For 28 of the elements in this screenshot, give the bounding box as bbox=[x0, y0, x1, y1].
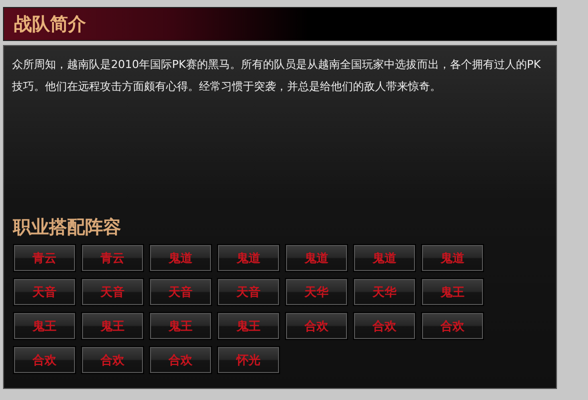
class-button[interactable]: 天音 bbox=[82, 279, 143, 305]
class-button[interactable]: 天华 bbox=[354, 279, 415, 305]
class-button[interactable]: 天音 bbox=[218, 279, 279, 305]
class-button[interactable]: 青云 bbox=[14, 245, 75, 271]
class-button[interactable]: 合欢 bbox=[82, 347, 143, 373]
class-button[interactable]: 天音 bbox=[14, 279, 75, 305]
section-title: 战队简介 bbox=[14, 12, 86, 36]
section-heading: 职业搭配阵容 bbox=[13, 216, 122, 240]
class-button[interactable]: 鬼王 bbox=[14, 313, 75, 339]
class-button[interactable]: 鬼王 bbox=[422, 279, 483, 305]
class-button[interactable]: 天华 bbox=[286, 279, 347, 305]
class-button[interactable]: 合欢 bbox=[422, 313, 483, 339]
class-button[interactable]: 鬼道 bbox=[150, 245, 211, 271]
class-button[interactable]: 鬼道 bbox=[422, 245, 483, 271]
class-button[interactable]: 合欢 bbox=[354, 313, 415, 339]
class-button[interactable]: 青云 bbox=[82, 245, 143, 271]
class-button[interactable]: 天音 bbox=[150, 279, 211, 305]
class-button[interactable]: 鬼王 bbox=[218, 313, 279, 339]
class-button[interactable]: 鬼王 bbox=[82, 313, 143, 339]
class-button[interactable]: 合欢 bbox=[286, 313, 347, 339]
class-button[interactable]: 鬼道 bbox=[286, 245, 347, 271]
class-button[interactable]: 鬼道 bbox=[354, 245, 415, 271]
class-button[interactable]: 合欢 bbox=[150, 347, 211, 373]
intro-paragraph: 众所周知，越南队是2010年国际PK赛的黑马。所有的队员是从越南全国玩家中选拔而出，各个拥有过人的PK技巧。他们在远程攻击方面颇有心得。经常习惯于突袭，并总是给他们的敌人带来惊奇。 bbox=[12, 57, 542, 95]
class-button[interactable]: 合欢 bbox=[14, 347, 75, 373]
class-button[interactable]: 鬼道 bbox=[218, 245, 279, 271]
class-button[interactable]: 怀光 bbox=[218, 347, 279, 373]
class-button[interactable]: 鬼王 bbox=[150, 313, 211, 339]
